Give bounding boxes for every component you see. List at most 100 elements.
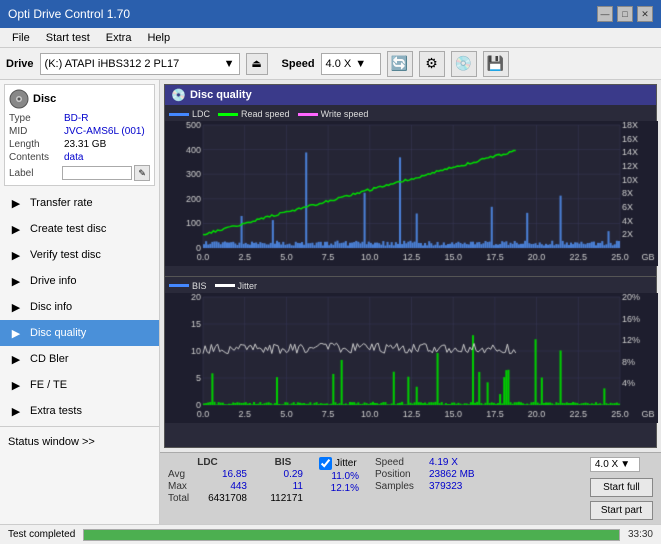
disc-icon bbox=[9, 89, 29, 109]
total-ldc-row: Total 6431708 bbox=[168, 493, 247, 504]
samples-row: Samples 379323 bbox=[375, 481, 475, 492]
disc-label-input[interactable] bbox=[62, 166, 132, 180]
sidebar-item-create-test-disc[interactable]: ▶ Create test disc bbox=[0, 216, 159, 242]
start-part-button[interactable]: Start part bbox=[590, 501, 653, 520]
sidebar-item-verify-test-disc[interactable]: ▶ Verify test disc bbox=[0, 242, 159, 268]
sidebar-item-extra-tests[interactable]: ▶ Extra tests bbox=[0, 398, 159, 424]
close-button[interactable]: ✕ bbox=[637, 6, 653, 22]
samples-value: 379323 bbox=[429, 481, 462, 492]
total-bis-row: 112171 bbox=[263, 493, 303, 504]
chart1-legend: LDC Read speed Write speed bbox=[165, 107, 656, 121]
speed-value: 4.0 X bbox=[326, 58, 352, 70]
stats-col-ldc: LDC Avg 16.85 Max 443 Total 6431708 bbox=[168, 457, 247, 504]
drive-dropdown-arrow[interactable]: ▼ bbox=[224, 58, 235, 70]
drive-label: Drive bbox=[6, 58, 34, 70]
disc-length-row: Length 23.31 GB bbox=[9, 139, 150, 150]
ldc-color-swatch bbox=[169, 113, 189, 116]
chart1-container: LDC Read speed Write speed bbox=[165, 105, 656, 276]
jitter-checkbox[interactable] bbox=[319, 457, 332, 470]
speed-dropdown[interactable]: 4.0 X ▼ bbox=[590, 457, 640, 472]
sidebar-item-drive-info[interactable]: ▶ Drive info bbox=[0, 268, 159, 294]
minimize-button[interactable]: — bbox=[597, 6, 613, 22]
max-jitter-value: 12.1% bbox=[319, 483, 359, 494]
jitter-legend-label: Jitter bbox=[238, 281, 258, 291]
menu-start-test[interactable]: Start test bbox=[38, 30, 98, 46]
sidebar-item-fe-te[interactable]: ▶ FE / TE bbox=[0, 372, 159, 398]
disc-info-icon: ▶ bbox=[8, 299, 24, 315]
disc-button[interactable]: 💿 bbox=[451, 51, 477, 77]
position-value: 23862 MB bbox=[429, 469, 475, 480]
disc-mid-label: MID bbox=[9, 126, 64, 137]
speed-label: Speed bbox=[282, 58, 315, 70]
speed-stat-label: Speed bbox=[375, 457, 425, 468]
jitter-checkbox-row[interactable]: Jitter bbox=[319, 457, 359, 470]
bis-legend-label: BIS bbox=[192, 281, 207, 291]
disc-panel-header: Disc bbox=[9, 89, 150, 109]
position-label: Position bbox=[375, 469, 425, 480]
disc-mid-row: MID JVC-AMS6L (001) bbox=[9, 126, 150, 137]
menu-extra[interactable]: Extra bbox=[98, 30, 140, 46]
disc-label-label: Label bbox=[9, 168, 62, 179]
content-area: 💿 Disc quality LDC Read speed bbox=[160, 80, 661, 524]
max-ldc-value: 443 bbox=[207, 481, 247, 492]
drive-selector[interactable]: (K:) ATAPI iHBS312 2 PL17 ▼ bbox=[40, 53, 240, 75]
ldc-stats-header: LDC bbox=[168, 457, 247, 468]
write-speed-legend-label: Write speed bbox=[321, 109, 369, 119]
sidebar-item-label: Transfer rate bbox=[30, 197, 93, 209]
avg-bis-row: 0.29 bbox=[263, 469, 303, 480]
max-label: Max bbox=[168, 481, 203, 492]
disc-label-row: Label ✎ bbox=[9, 165, 150, 181]
disc-contents-row: Contents data bbox=[9, 152, 150, 163]
chart2-legend: BIS Jitter bbox=[165, 279, 656, 293]
bis-jitter-chart bbox=[165, 293, 658, 423]
sidebar-item-status-window[interactable]: Status window >> bbox=[0, 429, 159, 455]
bis-color-swatch bbox=[169, 284, 189, 287]
jitter-color-swatch bbox=[215, 284, 235, 287]
eject-button[interactable]: ⏏ bbox=[246, 53, 268, 75]
drive-info-icon: ▶ bbox=[8, 273, 24, 289]
maximize-button[interactable]: □ bbox=[617, 6, 633, 22]
jitter-section: Jitter 11.0% 12.1% bbox=[319, 457, 359, 494]
sidebar-item-disc-info[interactable]: ▶ Disc info bbox=[0, 294, 159, 320]
label-edit-button[interactable]: ✎ bbox=[134, 165, 150, 181]
window-controls: — □ ✕ bbox=[597, 6, 653, 22]
sidebar-item-label: CD Bler bbox=[30, 353, 69, 365]
panel-title-bar: 💿 Disc quality bbox=[165, 85, 656, 105]
drive-bar: Drive (K:) ATAPI iHBS312 2 PL17 ▼ ⏏ Spee… bbox=[0, 48, 661, 80]
disc-contents-label: Contents bbox=[9, 152, 64, 163]
main-layout: Disc Type BD-R MID JVC-AMS6L (001) Lengt… bbox=[0, 80, 661, 524]
ldc-legend-label: LDC bbox=[192, 109, 210, 119]
menu-help[interactable]: Help bbox=[139, 30, 178, 46]
disc-quality-icon: ▶ bbox=[8, 325, 24, 341]
disc-panel-title: Disc bbox=[33, 93, 56, 105]
max-bis-row: 11 bbox=[263, 481, 303, 492]
sidebar-item-disc-quality[interactable]: ▶ Disc quality bbox=[0, 320, 159, 346]
avg-ldc-row: Avg 16.85 bbox=[168, 469, 247, 480]
sidebar-item-label: Disc quality bbox=[30, 327, 86, 339]
disc-type-row: Type BD-R bbox=[9, 113, 150, 124]
max-bis-value: 11 bbox=[263, 481, 303, 492]
total-bis-value: 112171 bbox=[263, 493, 303, 504]
settings-button[interactable]: ⚙ bbox=[419, 51, 445, 77]
speed-row: Speed 4.19 X bbox=[375, 457, 475, 468]
disc-quality-panel: 💿 Disc quality LDC Read speed bbox=[164, 84, 657, 448]
speed-selector[interactable]: 4.0 X ▼ bbox=[321, 53, 381, 75]
disc-length-label: Length bbox=[9, 139, 64, 150]
refresh-button[interactable]: 🔄 bbox=[387, 51, 413, 77]
disc-panel: Disc Type BD-R MID JVC-AMS6L (001) Lengt… bbox=[4, 84, 155, 186]
sidebar-item-label: FE / TE bbox=[30, 379, 67, 391]
sidebar-item-cd-bler[interactable]: ▶ CD Bler bbox=[0, 346, 159, 372]
start-full-button[interactable]: Start full bbox=[590, 478, 653, 497]
menu-file[interactable]: File bbox=[4, 30, 38, 46]
speed-dropdown-arrow[interactable]: ▼ bbox=[355, 58, 366, 70]
title-bar: Opti Drive Control 1.70 — □ ✕ bbox=[0, 0, 661, 28]
progress-bar-container bbox=[83, 529, 620, 541]
save-button[interactable]: 💾 bbox=[483, 51, 509, 77]
panel-title: Disc quality bbox=[190, 89, 252, 101]
total-label: Total bbox=[168, 493, 203, 504]
avg-ldc-value: 16.85 bbox=[207, 469, 247, 480]
sidebar-item-transfer-rate[interactable]: ▶ Transfer rate bbox=[0, 190, 159, 216]
sidebar-item-label: Create test disc bbox=[30, 223, 106, 235]
fe-te-icon: ▶ bbox=[8, 377, 24, 393]
create-test-disc-icon: ▶ bbox=[8, 221, 24, 237]
